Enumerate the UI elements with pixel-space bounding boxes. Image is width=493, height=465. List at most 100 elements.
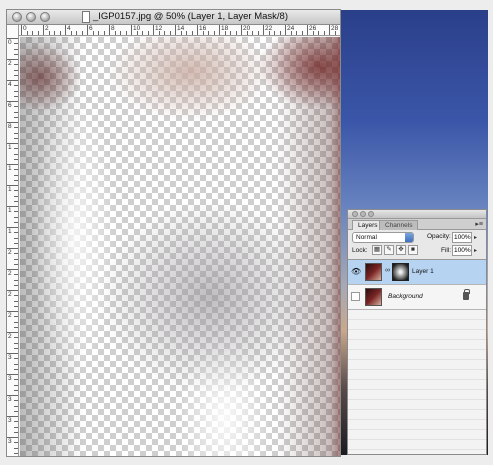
ruler-minor-tick <box>142 31 143 35</box>
palette-menu-icon[interactable]: ▸≡ <box>475 220 483 228</box>
ruler-minor-tick <box>125 31 127 35</box>
ruler-minor-tick <box>14 48 18 50</box>
ruler-tick <box>131 25 132 35</box>
fill-arrow-icon[interactable]: ▸ <box>474 247 477 254</box>
vertical-ruler[interactable]: 0 2 4 6 8 1 1 1 1 1 2 2 2 2 2 3 3 3 3 3 <box>7 25 19 456</box>
horizontal-ruler[interactable]: 0 2 4 6 8 10 12 14 16 18 20 22 24 26 28 <box>19 25 341 36</box>
ruler-minor-tick <box>14 190 18 192</box>
ruler-minor-tick <box>274 31 275 35</box>
ruler-minor-tick <box>14 242 18 244</box>
lock-label: Lock: <box>352 247 368 254</box>
fill-label: Fill: <box>441 247 452 254</box>
minimize-window-button[interactable] <box>26 12 36 22</box>
ruler-minor-tick <box>14 195 18 197</box>
ruler-minor-tick <box>59 31 61 35</box>
ruler-minor-tick <box>54 31 55 35</box>
ruler-minor-tick <box>14 274 18 276</box>
ruler-label: 3 <box>8 438 12 445</box>
ruler-label: 1 <box>8 228 12 235</box>
screen: _IGP0157.jpg @ 50% (Layer 1, Layer Mask/… <box>0 0 493 465</box>
ruler-minor-tick <box>14 384 18 386</box>
ruler-minor-tick <box>14 85 18 87</box>
ruler-minor-tick <box>279 31 281 35</box>
palette-close-button[interactable] <box>352 211 358 217</box>
layer-row-layer-1[interactable]: 👁 ∞ Layer 1 <box>348 260 486 285</box>
link-chain-icon[interactable]: ∞ <box>385 267 390 274</box>
ruler-label: 4 <box>8 81 12 88</box>
palette-minimize-button[interactable] <box>360 211 366 217</box>
ruler-minor-tick <box>136 31 138 35</box>
ruler-minor-tick <box>14 74 18 76</box>
lock-all-icon[interactable]: ■ <box>408 245 418 255</box>
ruler-minor-tick <box>14 216 18 218</box>
zoom-window-button[interactable] <box>40 12 50 22</box>
ruler-minor-tick <box>14 127 18 129</box>
layer-mask-thumbnail[interactable] <box>392 263 409 281</box>
ruler-label: 3 <box>8 396 12 403</box>
blend-mode-select[interactable]: Normal <box>352 232 414 243</box>
document-title: _IGP0157.jpg @ 50% (Layer 1, Layer Mask/… <box>93 11 288 22</box>
ruler-minor-tick <box>14 111 18 113</box>
document-titlebar: _IGP0157.jpg @ 50% (Layer 1, Layer Mask/… <box>7 10 340 25</box>
image-canvas[interactable] <box>20 37 340 456</box>
opacity-arrow-icon[interactable]: ▸ <box>474 234 477 241</box>
ruler-minor-tick <box>202 31 204 35</box>
ruler-minor-tick <box>14 153 18 155</box>
ruler-label: 2 <box>8 312 12 319</box>
tab-channels[interactable]: Channels <box>379 220 419 230</box>
ruler-tick <box>219 25 220 35</box>
palette-tabs: Layers Channels ▸≡ <box>348 219 486 230</box>
ruler-minor-tick <box>37 31 39 35</box>
ruler-minor-tick <box>14 442 18 444</box>
layer-row-background[interactable]: Background <box>348 285 486 310</box>
ruler-minor-tick <box>14 284 18 286</box>
opacity-label: Opacity: <box>427 233 451 240</box>
ruler-minor-tick <box>169 31 171 35</box>
ruler-minor-tick <box>14 305 18 307</box>
ruler-minor-tick <box>14 43 18 45</box>
ruler-tick <box>109 25 110 35</box>
ruler-minor-tick <box>14 90 18 92</box>
layer-image-content <box>20 37 340 456</box>
lock-transparency-icon[interactable]: ▦ <box>372 245 382 255</box>
eye-visibility-icon[interactable]: 👁 <box>351 266 361 278</box>
ruler-label: 2 <box>8 291 12 298</box>
ruler-tick <box>241 25 242 35</box>
ruler-label: 8 <box>8 123 12 130</box>
ruler-minor-tick <box>14 200 18 202</box>
ruler-minor-tick <box>257 31 259 35</box>
close-window-button[interactable] <box>12 12 22 22</box>
ruler-minor-tick <box>14 342 18 344</box>
ruler-label: 1 <box>8 207 12 214</box>
ruler-minor-tick <box>230 31 231 35</box>
ruler-minor-tick <box>158 31 160 35</box>
lock-image-brush-icon[interactable]: ✎ <box>384 245 394 255</box>
ruler-minor-tick <box>14 431 18 433</box>
ruler-tick <box>87 25 88 35</box>
ruler-minor-tick <box>14 237 18 239</box>
ruler-tick <box>65 25 66 35</box>
ruler-tick <box>329 25 330 35</box>
ruler-label: 1 <box>8 165 12 172</box>
opacity-field[interactable]: 100% <box>452 232 472 243</box>
visibility-box[interactable] <box>351 292 360 301</box>
fill-field[interactable]: 100% <box>452 245 472 256</box>
ruler-minor-tick <box>14 158 18 160</box>
layer-list: 👁 ∞ Layer 1 Background <box>348 259 486 454</box>
ruler-label: 1 <box>8 186 12 193</box>
ruler-minor-tick <box>14 295 18 297</box>
lock-position-move-icon[interactable]: ✥ <box>396 245 406 255</box>
ruler-minor-tick <box>340 31 341 35</box>
ruler-minor-tick <box>14 263 18 265</box>
palette-zoom-button[interactable] <box>368 211 374 217</box>
ruler-minor-tick <box>180 31 182 35</box>
layer-name: Layer 1 <box>412 268 434 275</box>
ruler-minor-tick <box>147 31 149 35</box>
ruler-minor-tick <box>14 132 18 134</box>
document-window: _IGP0157.jpg @ 50% (Layer 1, Layer Mask/… <box>6 9 341 457</box>
ruler-minor-tick <box>14 389 18 391</box>
ruler-minor-tick <box>14 379 18 381</box>
lock-icon <box>463 289 470 300</box>
ruler-minor-tick <box>14 148 18 150</box>
ruler-minor-tick <box>26 31 28 35</box>
